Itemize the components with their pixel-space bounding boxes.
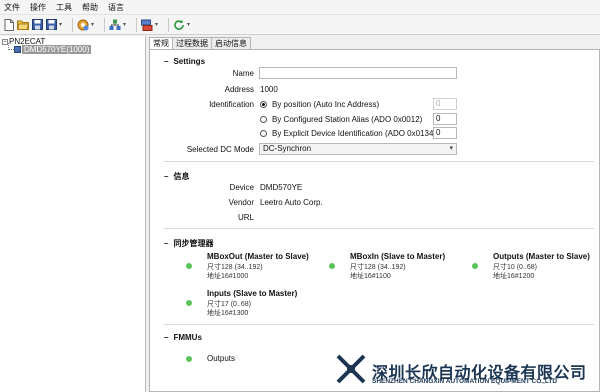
position-value-field: 0	[433, 98, 457, 110]
refresh-icon[interactable]	[173, 19, 185, 31]
radio-explicit-id-label: By Explicit Device Identification (ADO 0…	[272, 129, 437, 138]
device-value: DMD570YE	[260, 183, 303, 192]
tab-bar: 常规 过程数据 启动信息	[149, 37, 251, 50]
radio-by-position[interactable]	[260, 101, 267, 108]
settings-section-header[interactable]: – Settings	[164, 57, 205, 66]
vendor-label: Vendor	[228, 198, 254, 207]
save-as-icon[interactable]	[45, 19, 57, 31]
radio-explicit-id[interactable]	[260, 130, 267, 137]
divider	[164, 228, 594, 229]
watermark-company-name-en: SHENZHEN CHANGXIN AUTOMATION EQUIPMENT C…	[372, 378, 558, 385]
device-tree: − PN2ECAT DMD570YE(1000)	[0, 36, 146, 392]
sync-manager-section-header[interactable]: – 同步管理器	[164, 238, 213, 249]
chevron-down-icon: ▾	[449, 145, 453, 152]
chevron-down-icon[interactable]: ▾	[187, 21, 193, 28]
open-folder-icon[interactable]	[17, 19, 29, 31]
dc-mode-value: DC-Synchron	[263, 144, 312, 153]
collapse-icon[interactable]: –	[164, 57, 168, 66]
divider	[164, 161, 594, 162]
sm-outputs-address: 地址16#1200	[493, 273, 535, 280]
settings-icon[interactable]	[77, 19, 89, 31]
name-field[interactable]	[259, 67, 457, 79]
company-logo	[336, 354, 366, 384]
settings-title: Settings	[173, 57, 206, 66]
info-section-header[interactable]: – 信息	[164, 171, 189, 182]
divider	[164, 324, 594, 325]
identification-label: Identification	[209, 100, 254, 109]
slave-device-icon	[14, 46, 21, 53]
sync-manager-title: 同步管理器	[173, 239, 214, 248]
station-alias-field[interactable]: 0	[433, 113, 457, 125]
url-label: URL	[237, 213, 254, 222]
toolbar-separator	[72, 17, 73, 32]
tree-node-label: DMD570YE(1000)	[22, 45, 92, 54]
collapse-icon[interactable]: –	[164, 239, 168, 248]
device-label: Device	[229, 183, 254, 192]
tab-startup-info[interactable]: 启动信息	[211, 37, 251, 49]
sm-mboxin-address: 地址16#1100	[350, 273, 391, 280]
name-label: Name	[232, 69, 254, 78]
dc-mode-label: Selected DC Mode	[186, 145, 254, 154]
fmmu-outputs-label: Outputs	[207, 354, 236, 363]
status-dot	[472, 263, 478, 269]
sm-inputs-name: Inputs (Slave to Master)	[207, 289, 298, 298]
menu-help[interactable]: 帮助	[82, 2, 98, 13]
menu-language[interactable]: 语言	[108, 2, 124, 13]
sm-inputs-address: 地址16#1300	[207, 310, 249, 317]
collapse-icon[interactable]: –	[164, 172, 168, 181]
menu-file[interactable]: 文件	[4, 2, 20, 13]
save-icon[interactable]	[31, 19, 43, 31]
toolbar-separator	[168, 17, 169, 32]
address-value: 1000	[260, 85, 278, 94]
menu-operations[interactable]: 操作	[30, 2, 46, 13]
collapse-icon[interactable]: –	[164, 333, 168, 342]
properties-panel: 常规 过程数据 启动信息 – Settings Name Address 100…	[147, 36, 600, 392]
radio-by-position-label: By position (Auto Inc Address)	[272, 100, 380, 109]
chevron-down-icon[interactable]: ▾	[155, 21, 161, 28]
address-label: Address	[224, 85, 254, 94]
tab-process-data[interactable]: 过程数据	[172, 37, 212, 49]
status-dot	[186, 263, 192, 269]
sm-mboxin-name: MBoxIn (Slave to Master)	[350, 252, 446, 261]
sm-outputs-name: Outputs (Master to Slave)	[493, 252, 590, 261]
tree-node-slave[interactable]: DMD570YE(1000)	[14, 45, 92, 54]
sm-mboxout-address: 地址16#1000	[207, 273, 249, 280]
tab-content: – Settings Name Address 1000 Identificat…	[149, 49, 600, 392]
status-dot	[329, 263, 335, 269]
status-dot	[186, 356, 192, 362]
new-file-icon[interactable]	[3, 18, 15, 31]
toolbar: ▾ ▾ ▾ ▾ ▾	[0, 15, 600, 35]
sm-mboxout-name: MBoxOut (Master to Slave)	[207, 252, 309, 261]
radio-station-alias[interactable]	[260, 116, 267, 123]
chevron-down-icon[interactable]: ▾	[59, 21, 65, 28]
chevron-down-icon[interactable]: ▾	[91, 21, 97, 28]
chevron-down-icon[interactable]: ▾	[123, 21, 129, 28]
menu-tools[interactable]: 工具	[56, 2, 72, 13]
vendor-value: Leetro Auto Corp.	[260, 198, 323, 207]
device-icon[interactable]	[141, 19, 153, 31]
fmmus-section-header[interactable]: – FMMUs	[164, 333, 202, 342]
fmmus-title: FMMUs	[173, 333, 202, 342]
info-title: 信息	[173, 172, 190, 181]
radio-station-alias-label: By Configured Station Alias (ADO 0x0012)	[272, 115, 423, 124]
menu-bar: 文件 操作 工具 帮助 语言	[0, 0, 600, 15]
explicit-id-field[interactable]: 0	[433, 127, 457, 139]
scan-icon[interactable]	[109, 19, 121, 31]
toolbar-separator	[104, 17, 105, 32]
watermark: 深圳长欣自动化设备有限公司 SHENZHEN CHANGXIN AUTOMATI…	[330, 351, 600, 392]
status-dot	[186, 300, 192, 306]
dc-mode-select[interactable]: DC-Synchron ▾	[259, 143, 457, 155]
toolbar-separator	[136, 17, 137, 32]
